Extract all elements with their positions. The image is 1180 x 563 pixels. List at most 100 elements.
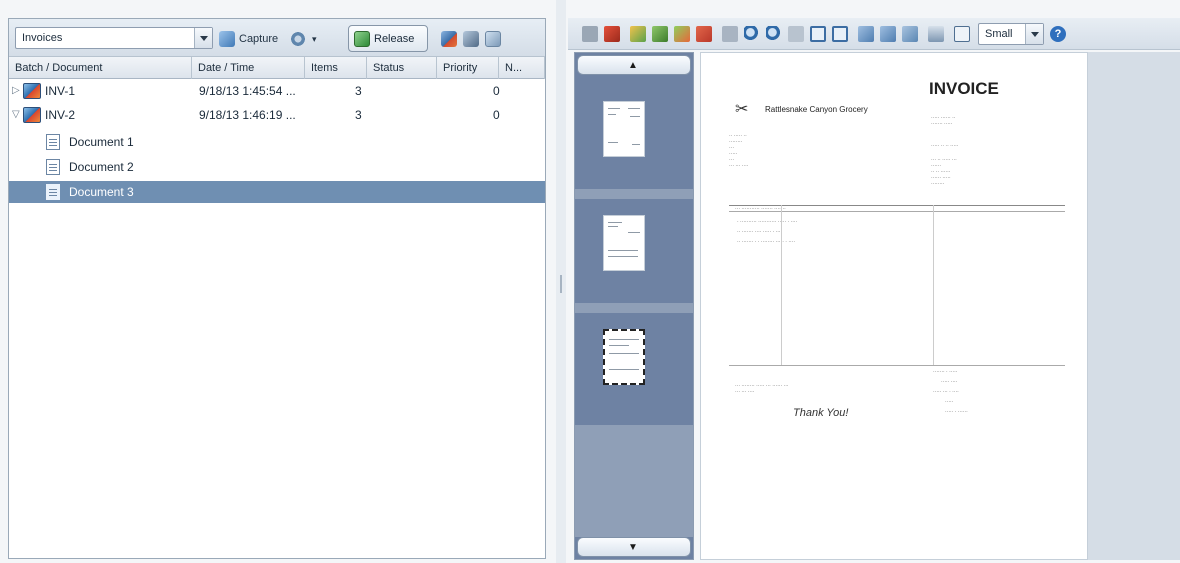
viewer-toolbar: Small ? xyxy=(568,18,1180,50)
thumbnail-item[interactable] xyxy=(575,85,693,189)
thumbnail-gap xyxy=(575,303,693,313)
fine-print: ··· ·· ····· ··· ······ ·· ·· ······ ···… xyxy=(931,157,957,187)
company-name: Rattlesnake Canyon Grocery xyxy=(765,105,868,114)
thumbnails-icon[interactable] xyxy=(722,26,738,42)
batch-name: INV-1 xyxy=(45,84,76,98)
batch-items: 3 xyxy=(355,84,362,98)
batch-icon xyxy=(463,31,479,47)
table-row[interactable]: ▷ INV-1 9/18/13 1:45:54 ... 3 0 xyxy=(9,80,545,102)
invoice-page[interactable]: INVOICE ✂ Rattlesnake Canyon Grocery ·· … xyxy=(700,52,1088,560)
document-icon xyxy=(46,134,60,150)
page-thumbnail-selected[interactable] xyxy=(603,329,645,385)
thumbnail-empty-area xyxy=(575,425,693,537)
fine-print: ··· ··········· ······· ······· xyxy=(735,206,786,212)
refresh-icon xyxy=(485,31,501,47)
image-tool-button-3[interactable] xyxy=(485,28,501,50)
batch-date: 9/18/13 1:46:19 ... xyxy=(199,108,296,122)
page-icon[interactable] xyxy=(582,26,598,42)
merge-icon[interactable] xyxy=(652,26,668,42)
column-header-date[interactable]: Date / Time xyxy=(192,57,305,79)
fine-print: ·· ······· ···· ····· · ···· xyxy=(737,229,783,235)
fit-height-icon[interactable] xyxy=(810,26,826,42)
chevron-down-icon: ▾ xyxy=(312,33,317,44)
table-row[interactable]: ▽ INV-2 9/18/13 1:46:19 ... 3 0 xyxy=(9,104,545,126)
help-icon[interactable]: ? xyxy=(1050,26,1066,42)
image-tool-button-2[interactable] xyxy=(463,28,479,50)
fine-print: ··· ········ ····· ··· ······ ··· ··· ···… xyxy=(735,383,789,395)
thumbnail-panel: ▲ ▼ xyxy=(574,52,694,560)
capture-button[interactable]: Capture xyxy=(219,28,278,50)
rotate-left-icon[interactable] xyxy=(858,26,874,42)
fine-print: ·· ······· · · ········ ····· · ···· xyxy=(737,239,796,245)
remove-page-icon[interactable] xyxy=(696,26,712,42)
fine-print: ····· · ······ xyxy=(945,409,968,415)
release-button[interactable]: Release xyxy=(348,25,428,52)
column-header-priority[interactable]: Priority xyxy=(437,57,499,79)
move-icon[interactable] xyxy=(674,26,690,42)
batch-icon xyxy=(23,107,41,123)
capture-label: Capture xyxy=(239,33,279,45)
release-icon xyxy=(354,30,370,47)
thumbnail-scroll-up-button[interactable]: ▲ xyxy=(577,55,691,75)
scissors-logo: ✂ xyxy=(735,101,749,118)
table-row[interactable]: Document 2 xyxy=(9,156,545,178)
invoice-heading: INVOICE xyxy=(929,79,999,98)
settings-button[interactable]: ▾ xyxy=(290,28,317,50)
chevron-down-icon[interactable] xyxy=(194,28,212,48)
page-thumbnail[interactable] xyxy=(603,101,645,157)
collapse-icon[interactable]: ▽ xyxy=(12,110,20,120)
queue-select-value: Invoices xyxy=(22,32,63,44)
splitter-grip[interactable] xyxy=(560,275,562,293)
batch-pane: Invoices Capture ▾ Release Batch / Docum… xyxy=(8,18,546,559)
chevron-down-icon[interactable] xyxy=(1025,24,1043,44)
batch-icon xyxy=(23,83,41,99)
document-name: Document 2 xyxy=(69,160,134,174)
batch-items: 3 xyxy=(355,108,362,122)
thumbnail-item-selected[interactable] xyxy=(575,313,693,417)
fine-print: ······· · ····· xyxy=(933,369,958,375)
batch-date: 9/18/13 1:45:54 ... xyxy=(199,84,296,98)
queue-select[interactable]: Invoices xyxy=(15,27,213,49)
column-header-n[interactable]: N... xyxy=(499,57,545,79)
column-header-status[interactable]: Status xyxy=(367,57,437,79)
fine-print: ····· ·· ·· ····· xyxy=(931,143,959,149)
scanner-icon xyxy=(219,31,235,47)
column-header-batch[interactable]: Batch / Document xyxy=(9,57,192,79)
batch-name: INV-2 xyxy=(45,108,76,122)
fine-print: ····· ··· · ···· xyxy=(933,389,959,395)
document-icon xyxy=(46,184,60,200)
document-name: Document 3 xyxy=(69,185,134,199)
thumbnail-item[interactable] xyxy=(575,199,693,303)
document-preview: INVOICE ✂ Rattlesnake Canyon Grocery ·· … xyxy=(700,52,1180,560)
zoom-out-icon[interactable] xyxy=(766,26,782,42)
rotate-right-icon[interactable] xyxy=(880,26,896,42)
fine-print: ····· ······ ·· ······· ····· xyxy=(931,115,956,127)
fine-print: ····· ···· xyxy=(941,379,958,385)
fit-width-icon[interactable] xyxy=(832,26,848,42)
print-icon[interactable] xyxy=(928,26,944,42)
fit-page-icon[interactable] xyxy=(788,26,804,42)
fine-print: · ·········· ··········· ····· · ···· xyxy=(737,219,798,225)
image-icon xyxy=(441,31,457,47)
page-thumbnail[interactable] xyxy=(603,215,645,271)
document-icon xyxy=(46,159,60,175)
delete-icon[interactable] xyxy=(604,26,620,42)
table-rule xyxy=(933,205,934,365)
column-header-items[interactable]: Items xyxy=(305,57,367,79)
pane-splitter[interactable] xyxy=(556,0,566,563)
zoom-select[interactable]: Small xyxy=(978,23,1044,45)
zoom-select-value: Small xyxy=(985,28,1013,40)
expand-icon[interactable]: ▷ xyxy=(12,86,20,96)
annotate-icon[interactable] xyxy=(902,26,918,42)
thumbnail-scroll-down-button[interactable]: ▼ xyxy=(577,537,691,557)
zoom-in-icon[interactable] xyxy=(744,26,760,42)
arrow-up-icon: ▲ xyxy=(628,60,638,71)
table-row[interactable]: Document 1 xyxy=(9,131,545,153)
image-tool-button-1[interactable] xyxy=(441,28,457,50)
split-icon[interactable] xyxy=(630,26,646,42)
release-label: Release xyxy=(374,32,415,45)
properties-icon[interactable] xyxy=(954,26,970,42)
gear-icon xyxy=(290,31,306,47)
table-row-selected[interactable]: Document 3 xyxy=(9,181,545,203)
batch-toolbar: Invoices Capture ▾ Release xyxy=(9,19,545,57)
